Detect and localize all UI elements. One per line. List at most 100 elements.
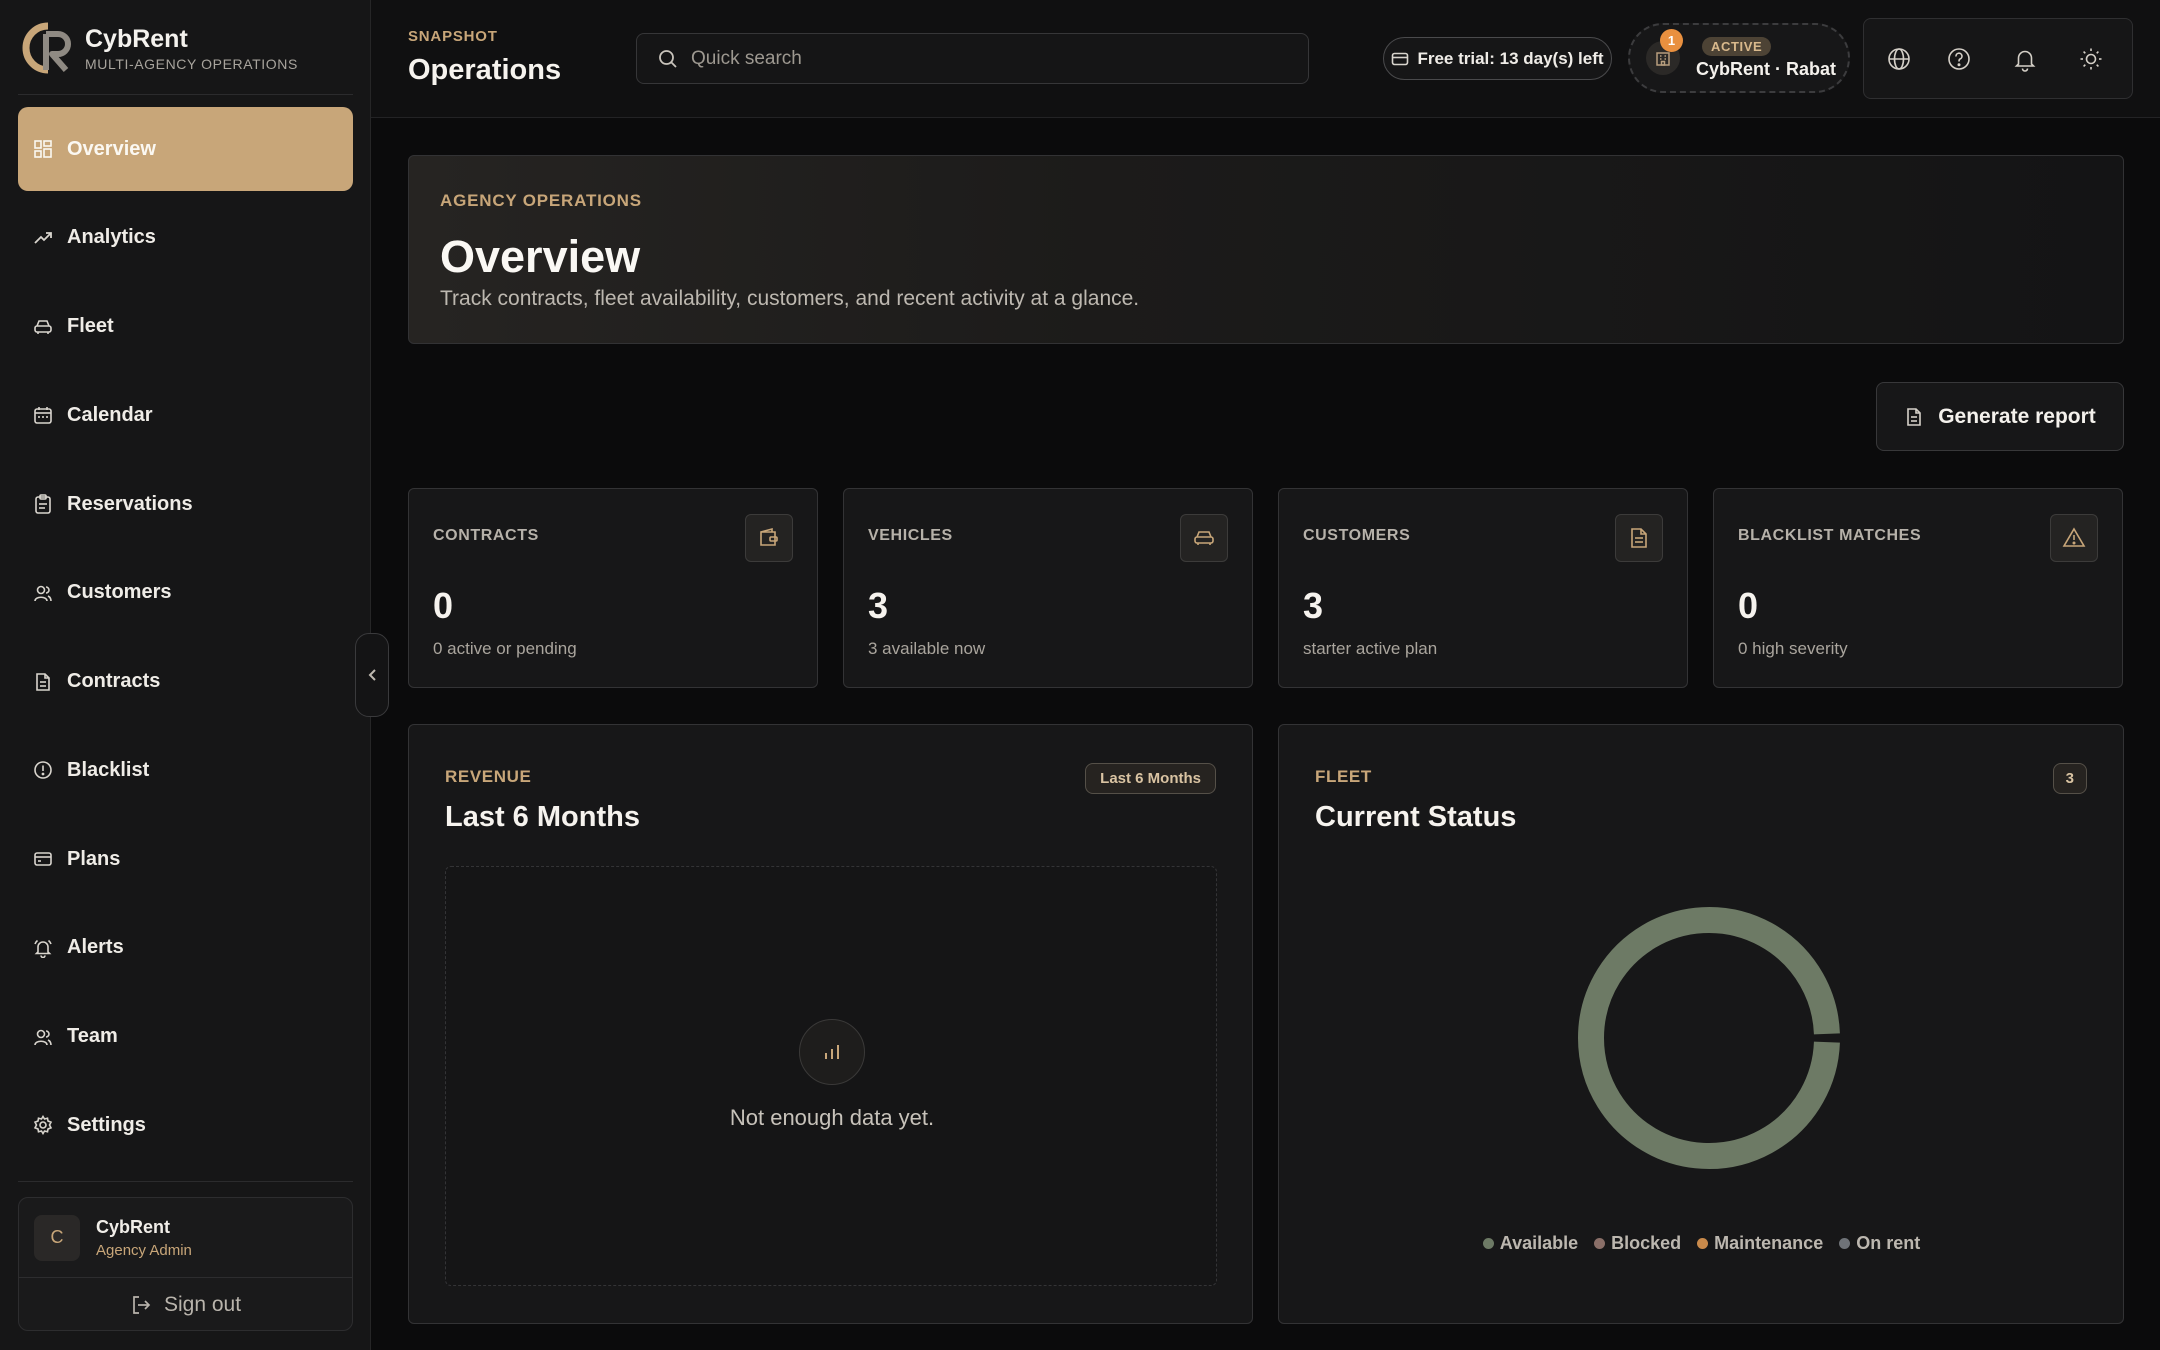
stat-subtext: 0 high severity <box>1738 639 1848 658</box>
sidebar-divider <box>18 94 353 95</box>
empty-state: Not enough data yet. <box>445 866 1217 1286</box>
team-icon <box>34 1029 52 1045</box>
car-icon <box>34 319 52 334</box>
panel-eyebrow: FLEET <box>1315 767 1372 786</box>
search-icon <box>659 49 677 68</box>
legend-dot <box>1482 1238 1494 1249</box>
period-badge[interactable]: Last 6 Months <box>1085 763 1216 794</box>
sidebar-divider <box>18 1181 353 1182</box>
toolbar <box>1863 18 2133 99</box>
sun-icon[interactable] <box>2078 46 2104 72</box>
sidebar-item-fleet[interactable]: Fleet <box>18 285 353 369</box>
stat-value: 3 <box>1303 585 1324 626</box>
generate-report-button[interactable]: Generate report <box>1876 382 2124 451</box>
legend-dot <box>1697 1238 1709 1249</box>
user-card: C CybRent Agency Admin Sign out <box>18 1197 353 1331</box>
stat-label: CUSTOMERS <box>1303 527 1411 544</box>
stat-card-contracts[interactable]: CONTRACTS 0 0 active or pending <box>408 488 818 688</box>
status-badge: ACTIVE <box>1702 36 1772 56</box>
stat-card-blacklist[interactable]: BLACKLIST MATCHES 0 0 high severity <box>1713 488 2123 688</box>
warning-icon <box>2050 514 2098 562</box>
search-input[interactable]: Quick search <box>636 33 1309 84</box>
sidebar-item-label: Calendar <box>67 403 153 426</box>
stat-subtext: starter active plan <box>1303 639 1438 658</box>
legend-label: Maintenance <box>1714 1233 1824 1253</box>
sidebar-item-team[interactable]: Team <box>18 995 353 1079</box>
clipboard-icon <box>35 494 51 514</box>
sidebar-item-blacklist[interactable]: Blacklist <box>18 728 353 812</box>
brand-name: CybRent <box>85 25 188 53</box>
sidebar-item-label: Blacklist <box>67 758 150 781</box>
brand-subtitle: MULTI-AGENCY OPERATIONS <box>85 56 298 72</box>
stat-subtext: 3 available now <box>868 639 986 658</box>
grid-icon <box>34 140 52 158</box>
brand[interactable]: CybRent MULTI-AGENCY OPERATIONS <box>18 20 298 76</box>
fleet-panel: FLEET Current Status 3 Available Blocked… <box>1278 724 2124 1324</box>
sidebar-item-label: Overview <box>67 137 156 160</box>
sign-out-label: Sign out <box>163 1292 242 1316</box>
gear-icon <box>33 1115 53 1136</box>
legend-label: Blocked <box>1611 1233 1682 1253</box>
hero-title: Overview <box>440 231 641 282</box>
stat-label: VEHICLES <box>868 527 953 544</box>
sidebar-item-plans[interactable]: Plans <box>18 817 353 901</box>
hero-subtitle: Track contracts, fleet availability, cus… <box>440 287 1140 310</box>
overview-hero: AGENCY OPERATIONS Overview Track contrac… <box>408 155 2124 344</box>
donut-slice-available[interactable] <box>1578 907 1840 1169</box>
trial-badge[interactable]: Free trial: 13 day(s) left <box>1383 37 1612 80</box>
legend-item-maintenance[interactable]: Maintenance <box>1697 1233 1823 1254</box>
sidebar-item-overview[interactable]: Overview <box>18 107 353 191</box>
sidebar-item-analytics[interactable]: Analytics <box>18 196 353 280</box>
stat-value: 0 <box>433 585 454 626</box>
credit-card-icon <box>1392 52 1409 65</box>
generate-report-label: Generate report <box>1938 404 2096 428</box>
help-icon[interactable] <box>1946 46 1972 72</box>
user-profile[interactable]: C CybRent Agency Admin <box>19 1198 352 1278</box>
sidebar-item-label: Contracts <box>67 670 161 692</box>
legend-item-available[interactable]: Available <box>1482 1233 1579 1254</box>
sidebar-item-label: Analytics <box>67 226 156 249</box>
stat-label: CONTRACTS <box>433 527 539 544</box>
fleet-count-badge: 3 <box>2052 763 2087 794</box>
credit-card-icon <box>34 852 52 866</box>
sidebar-item-label: Settings <box>67 1113 146 1136</box>
sidebar-item-calendar[interactable]: Calendar <box>18 373 353 457</box>
globe-icon[interactable] <box>1886 46 1912 72</box>
sidebar-item-settings[interactable]: Settings <box>18 1083 353 1167</box>
sidebar-item-label: Team <box>67 1025 118 1047</box>
agency-name: CybRent · Rabat <box>1696 58 1837 79</box>
sign-out-button[interactable]: Sign out <box>19 1278 352 1331</box>
hero-eyebrow: AGENCY OPERATIONS <box>440 191 642 210</box>
legend-item-on-rent[interactable]: On rent <box>1839 1233 1920 1254</box>
trial-label: Free trial: 13 day(s) left <box>1417 48 1604 68</box>
legend-dot <box>1839 1238 1851 1249</box>
wallet-icon <box>745 514 793 562</box>
page-title: Operations <box>408 54 562 86</box>
legend-label: Available <box>1499 1233 1579 1253</box>
search-placeholder: Quick search <box>691 47 802 69</box>
sidebar-item-label: Fleet <box>67 315 114 337</box>
legend-item-blocked[interactable]: Blocked <box>1594 1233 1681 1254</box>
sidebar: CybRent MULTI-AGENCY OPERATIONS Overview… <box>0 0 371 1350</box>
sidebar-item-customers[interactable]: Customers <box>18 551 353 635</box>
document-icon <box>1907 407 1922 426</box>
stat-card-vehicles[interactable]: VEHICLES 3 3 available now <box>843 488 1253 688</box>
trend-icon <box>34 231 52 244</box>
car-icon <box>1180 514 1228 562</box>
sidebar-item-contracts[interactable]: Contracts <box>18 640 353 724</box>
sidebar-collapse-button[interactable] <box>355 633 389 717</box>
bell-ring-icon <box>34 939 52 958</box>
sidebar-item-label: Customers <box>67 581 172 604</box>
notification-count-badge: 1 <box>1660 29 1683 52</box>
bar-chart-icon <box>799 1019 865 1085</box>
sidebar-item-label: Plans <box>67 847 121 870</box>
bell-icon[interactable] <box>2012 46 2038 72</box>
legend-label: On rent <box>1856 1233 1921 1253</box>
sidebar-item-alerts[interactable]: Alerts <box>18 906 353 990</box>
users-icon <box>34 585 52 601</box>
sidebar-item-reservations[interactable]: Reservations <box>18 462 353 546</box>
stat-card-customers[interactable]: CUSTOMERS 3 starter active plan <box>1278 488 1688 688</box>
legend-dot <box>1594 1238 1606 1249</box>
avatar: C <box>34 1214 80 1261</box>
panel-title: Current Status <box>1315 801 1517 833</box>
